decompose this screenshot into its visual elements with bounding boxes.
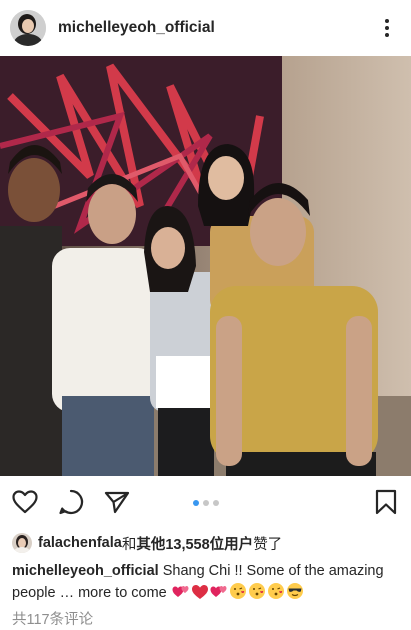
post-actions — [0, 476, 411, 528]
likes-summary: falachenfala 和 其他13,558位用户 赞了 — [12, 532, 282, 554]
carousel-indicator — [0, 500, 411, 506]
likes-connector: 和 — [121, 536, 137, 553]
carousel-dot — [212, 500, 219, 506]
hearts-icon — [172, 584, 190, 607]
caption-username[interactable]: michelleyeoh_official — [12, 563, 159, 579]
sunglasses-face-icon — [286, 582, 304, 607]
carousel-dot — [202, 500, 209, 506]
view-comments-link[interactable]: 共117条评论 — [12, 608, 93, 629]
bookmark-icon — [375, 489, 397, 515]
profile-avatar[interactable] — [10, 10, 46, 46]
kiss-face-icon — [229, 582, 247, 607]
carousel-dot-active — [192, 500, 199, 506]
post-photo[interactable] — [0, 56, 411, 476]
likes-suffix: 赞了 — [253, 536, 283, 553]
post-username[interactable]: michelleyeoh_official — [58, 19, 373, 37]
liker-avatar-icon — [12, 533, 32, 553]
save-button[interactable] — [372, 488, 400, 516]
more-vertical-icon — [385, 19, 389, 23]
liker-avatar[interactable] — [12, 533, 32, 553]
liker-username[interactable]: falachenfala — [38, 535, 122, 551]
kiss-face-icon — [267, 582, 285, 607]
profile-avatar-icon — [10, 10, 46, 46]
group-photo — [0, 56, 411, 476]
hearts-icon — [210, 584, 228, 607]
likes-others-link[interactable]: 其他13,558位用户 — [136, 533, 253, 554]
post-header: michelleyeoh_official — [0, 0, 411, 56]
more-options-button[interactable] — [373, 10, 401, 46]
kiss-face-icon — [248, 582, 266, 607]
post-caption: michelleyeoh_official Shang Chi !! Some … — [12, 561, 404, 607]
red-heart-icon — [191, 584, 209, 607]
